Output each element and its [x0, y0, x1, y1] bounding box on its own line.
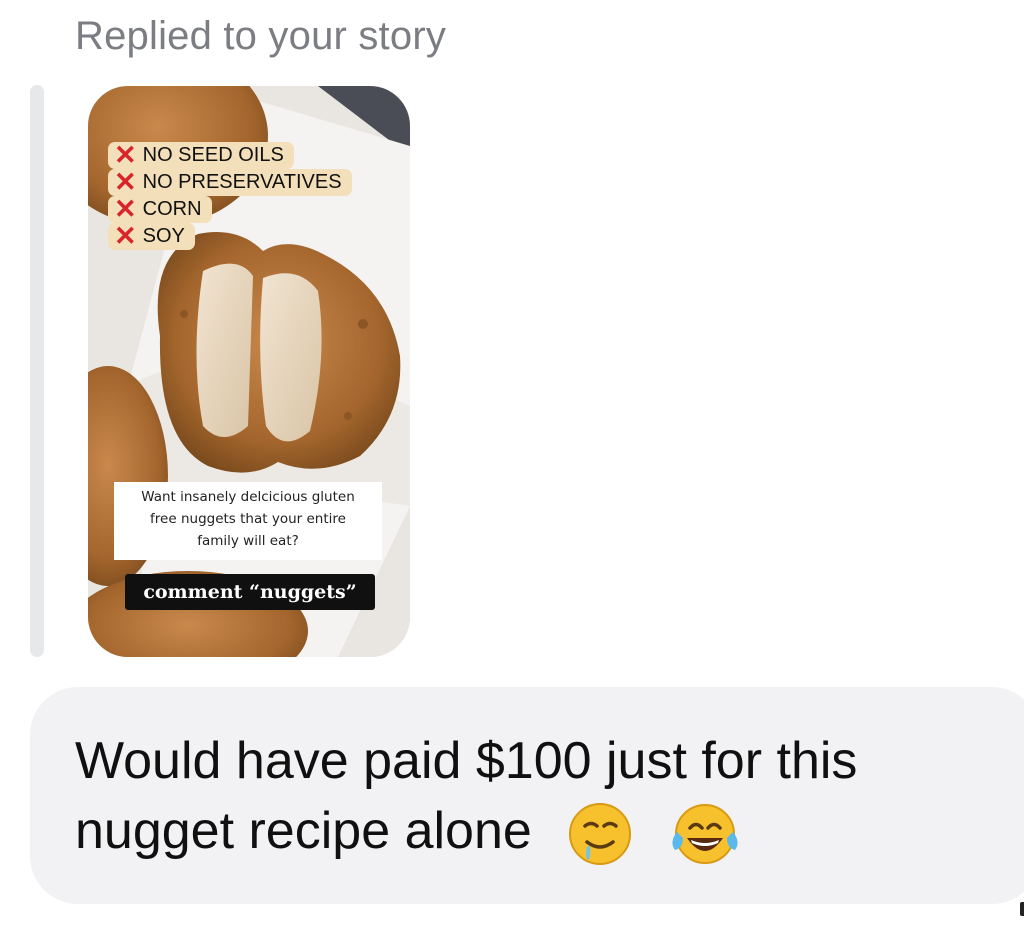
drooling-face-emoji — [568, 802, 632, 866]
edge-indicator — [1020, 902, 1024, 916]
checklist-item: ✕ SOY — [108, 223, 195, 250]
caption-line: family will eat? — [197, 533, 299, 549]
checklist-item: ✕ NO SEED OILS — [108, 142, 294, 169]
x-mark-icon: ✕ — [114, 221, 137, 251]
caption-line: Want insanely delcicious gluten — [141, 489, 355, 505]
quote-bar — [30, 85, 44, 657]
checklist-item: ✕ NO PRESERVATIVES — [108, 169, 352, 196]
story-checklist: ✕ NO SEED OILS ✕ NO PRESERVATIVES ✕ CORN ✕ S… — [108, 142, 352, 250]
x-mark-icon: ✕ — [114, 167, 137, 197]
x-mark-icon: ✕ — [114, 140, 137, 170]
tears-of-joy-emoji — [669, 802, 741, 866]
message-text: Would have paid $100 just for this nugge… — [75, 726, 1005, 866]
checklist-label: NO SEED OILS — [142, 144, 284, 166]
checklist-label: NO PRESERVATIVES — [142, 171, 342, 193]
caption-line: free nuggets that your entire — [150, 511, 346, 527]
checklist-label: SOY — [142, 225, 185, 247]
story-preview[interactable]: ✕ NO SEED OILS ✕ NO PRESERVATIVES ✕ CORN ✕ S… — [88, 86, 410, 657]
story-caption: Want insanely delcicious gluten free nug… — [114, 482, 382, 560]
message-line: Would have paid $100 just for this — [75, 732, 858, 790]
message-line: nugget recipe alone — [75, 802, 532, 860]
story-cta-label: comment “nuggets” — [125, 574, 375, 610]
checklist-item: ✕ CORN — [108, 196, 212, 223]
checklist-label: CORN — [142, 198, 202, 220]
reply-label: Replied to your story — [75, 14, 447, 58]
x-mark-icon: ✕ — [114, 194, 137, 224]
